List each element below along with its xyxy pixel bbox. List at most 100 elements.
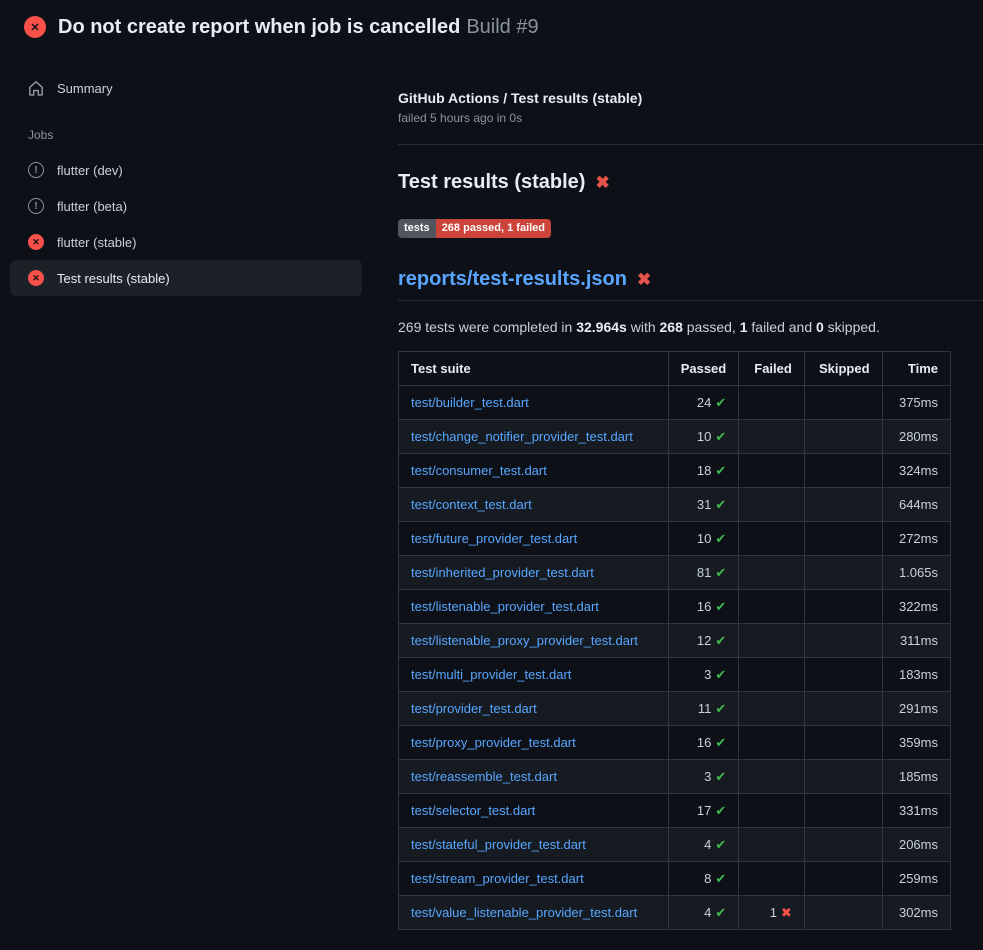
sidebar: Summary Jobs !flutter (dev)!flutter (bet… — [10, 52, 362, 296]
test-suite-cell: test/multi_provider_test.dart — [399, 658, 669, 692]
passed-cell: 3✔ — [668, 658, 739, 692]
sidebar-item-flutter-dev[interactable]: ! flutter (dev) — [10, 152, 362, 188]
check-icon: ✔ — [715, 871, 726, 886]
test-suite-cell: test/provider_test.dart — [399, 692, 669, 726]
passed-cell: 10✔ — [668, 522, 739, 556]
check-icon: ✔ — [715, 701, 726, 716]
test-suite-cell: test/change_notifier_provider_test.dart — [399, 420, 669, 454]
test-suite-link[interactable]: test/change_notifier_provider_test.dart — [411, 429, 633, 444]
test-suite-link[interactable]: test/consumer_test.dart — [411, 463, 547, 478]
test-suite-link[interactable]: test/context_test.dart — [411, 497, 532, 512]
test-suite-link[interactable]: test/builder_test.dart — [411, 395, 529, 410]
test-suite-link[interactable]: test/selector_test.dart — [411, 803, 535, 818]
failed-cell — [739, 658, 805, 692]
passed-cell: 31 ✔ — [668, 488, 739, 522]
test-suite-cell: test/selector_test.dart — [399, 794, 669, 828]
x-circle-icon: ✕ — [28, 234, 44, 250]
time-cell: 185ms — [882, 760, 950, 794]
time-cell: 375ms — [882, 386, 950, 420]
report-link[interactable]: reports/test-results.json — [398, 268, 627, 291]
skipped-cell — [804, 862, 882, 896]
run-meta: failed 5 hours ago in 0s — [398, 111, 983, 125]
test-suite-link[interactable]: test/proxy_provider_test.dart — [411, 735, 576, 750]
job-label: flutter (stable) — [57, 235, 136, 250]
check-icon: ✔ — [715, 735, 726, 750]
table-row: test/selector_test.dart17✔331ms — [399, 794, 951, 828]
passed-cell: 24✔ — [668, 386, 739, 420]
sidebar-item-flutter-beta[interactable]: !flutter (beta) — [10, 188, 362, 224]
test-suite-link[interactable]: test/value_listenable_provider_test.dart — [411, 905, 637, 920]
failed-cell — [739, 726, 805, 760]
time-cell: 272ms — [882, 522, 950, 556]
count-value: 31 — [697, 497, 711, 512]
passed-cell: 3✔ — [668, 760, 739, 794]
table-header: Test suite Passed Failed Skipped Time — [399, 352, 951, 386]
passed-cell: 12✔ — [668, 624, 739, 658]
failed-cell — [739, 590, 805, 624]
passed-cell: 81✔ — [668, 556, 739, 590]
skipped-cell — [804, 896, 882, 930]
sidebar-item-test-results-stable[interactable]: ✕Test results (stable) — [10, 260, 362, 296]
test-suite-link[interactable]: test/stream_provider_test.dart — [411, 871, 584, 886]
skipped-cell — [804, 794, 882, 828]
failed-cell — [739, 862, 805, 896]
sidebar-jobs: ! flutter (dev) !flutter (beta) ✕ flutter (s… — [10, 152, 362, 296]
sidebar-item-summary[interactable]: Summary — [10, 70, 362, 106]
summary-failed: 1 — [740, 319, 748, 335]
test-suite-link[interactable]: test/reassemble_test.dart — [411, 769, 557, 784]
count-value: 4 — [704, 905, 711, 920]
table-row: test/stateful_provider_test.dart4✔206ms — [399, 828, 951, 862]
test-suite-link[interactable]: test/inherited_provider_test.dart — [411, 565, 594, 580]
cross-mark-icon: ✖ — [595, 174, 609, 191]
check-run-title-text: Test results (stable) — [398, 171, 585, 194]
count-value: 10 — [697, 531, 711, 546]
summary-part: with — [627, 319, 660, 335]
check-icon: ✔ — [715, 497, 726, 512]
failed-cell — [739, 556, 805, 590]
time-cell: 324ms — [882, 454, 950, 488]
failed-cell — [739, 488, 805, 522]
passed-cell: 10✔ — [668, 420, 739, 454]
test-suite-link[interactable]: test/listenable_proxy_provider_test.dart — [411, 633, 638, 648]
count-value: 12 — [697, 633, 711, 648]
test-suite-cell: test/stateful_provider_test.dart — [399, 828, 669, 862]
summary-part: 269 tests were completed in — [398, 319, 576, 335]
passed-cell: 4✔ — [668, 896, 739, 930]
failed-cell: 1✖ — [739, 896, 805, 930]
time-cell: 259ms — [882, 862, 950, 896]
failed-cell — [739, 624, 805, 658]
cancelled-circle-icon: ! — [28, 162, 44, 178]
passed-cell: 4✔ — [668, 828, 739, 862]
count-value: 11 — [698, 701, 712, 716]
run-header: ✕ Do not create report when job is cance… — [0, 0, 983, 52]
header-time: Time — [882, 352, 950, 386]
sidebar-item-flutter-stable[interactable]: ✕ flutter (stable) — [10, 224, 362, 260]
test-suite-cell: test/proxy_provider_test.dart — [399, 726, 669, 760]
job-label: flutter (dev) — [57, 163, 123, 178]
check-run-title: Test results (stable) ✖ — [398, 171, 983, 194]
passed-cell: 17✔ — [668, 794, 739, 828]
table-row: test/proxy_provider_test.dart16✔359ms — [399, 726, 951, 760]
check-icon: ✔ — [715, 395, 726, 410]
count-value: 1 — [770, 905, 777, 920]
report-heading: reports/test-results.json ✖ — [398, 268, 983, 301]
skipped-cell — [804, 386, 882, 420]
check-icon: ✔ — [715, 429, 726, 444]
test-suite-cell: test/context_test.dart — [399, 488, 669, 522]
test-suite-cell: test/listenable_provider_test.dart — [399, 590, 669, 624]
check-icon: ✔ — [715, 667, 726, 682]
time-cell: 302ms — [882, 896, 950, 930]
passed-cell: 8✔ — [668, 862, 739, 896]
test-suite-link[interactable]: test/listenable_provider_test.dart — [411, 599, 599, 614]
check-icon: ✔ — [715, 599, 726, 614]
skipped-cell — [804, 760, 882, 794]
test-suite-link[interactable]: test/stateful_provider_test.dart — [411, 837, 586, 852]
table-row: test/multi_provider_test.dart3✔183ms — [399, 658, 951, 692]
test-suite-link[interactable]: test/multi_provider_test.dart — [411, 667, 571, 682]
test-suite-link[interactable]: test/provider_test.dart — [411, 701, 537, 716]
passed-cell: 16✔ — [668, 726, 739, 760]
header-skipped: Skipped — [804, 352, 882, 386]
test-suite-link[interactable]: test/future_provider_test.dart — [411, 531, 577, 546]
tests-badge: tests 268 passed, 1 failed — [398, 219, 551, 238]
table-row: test/listenable_provider_test.dart16✔322… — [399, 590, 951, 624]
